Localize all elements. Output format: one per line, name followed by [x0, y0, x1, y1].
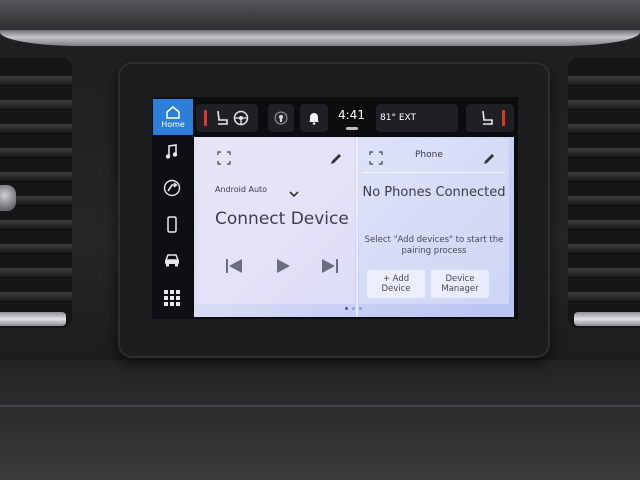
notifications-button[interactable] [300, 104, 328, 132]
music-note-icon [165, 144, 178, 159]
edit-pencil-icon[interactable] [330, 150, 342, 164]
apps-grid-icon [164, 290, 180, 306]
edit-pencil-icon[interactable] [483, 150, 495, 164]
sidebar-item-phone[interactable] [152, 207, 192, 241]
heat-level-indicator [204, 110, 207, 126]
passenger-heated-seat-icon [482, 110, 493, 125]
compass-nav-icon [163, 179, 181, 197]
play-icon[interactable] [275, 258, 291, 278]
passenger-heat-level-indicator [502, 110, 505, 126]
skip-previous-icon[interactable] [225, 258, 243, 278]
expand-icon[interactable] [217, 150, 231, 165]
clock-indicator [346, 127, 358, 130]
sidebar: Home [152, 97, 193, 319]
chrome-accent-strip [0, 30, 640, 46]
home-content: Android Auto Connect Device Phone No Pho… [194, 137, 514, 317]
passenger-seat-controls[interactable] [466, 104, 514, 132]
card-divider [356, 137, 358, 317]
sidebar-item-apps[interactable] [152, 281, 192, 315]
android-auto-card[interactable]: Android Auto Connect Device [197, 138, 355, 304]
page-dot[interactable] [359, 307, 362, 310]
expand-icon[interactable] [369, 150, 383, 165]
left-vent-chrome-trim [0, 312, 66, 326]
connect-device-title: Connect Device [215, 209, 349, 229]
voice-assistant-icon [274, 111, 288, 125]
phone-card-separator [363, 172, 505, 173]
chevron-down-icon[interactable] [289, 183, 299, 202]
pairing-instructions: Select "Add devices" to start the pairin… [364, 235, 504, 256]
phone-status-text: No Phones Connected [362, 185, 506, 200]
outside-temperature: 81° EXT [376, 104, 458, 132]
car-icon [164, 254, 180, 267]
sidebar-item-home[interactable]: Home [153, 99, 193, 135]
home-icon [166, 105, 180, 119]
sidebar-item-navigation[interactable] [152, 171, 192, 205]
phone-card-title: Phone [415, 150, 443, 160]
source-label: Android Auto [215, 185, 268, 194]
sidebar-item-media[interactable] [152, 135, 192, 169]
phone-icon [167, 215, 177, 233]
heated-seat-icon [217, 110, 228, 125]
skip-next-icon[interactable] [321, 258, 339, 278]
add-device-button[interactable]: + Add Device [367, 270, 425, 298]
sidebar-home-label: Home [161, 119, 185, 129]
infotainment-screen: Home 4:41 81° EXT Android Auto Connect D… [152, 97, 518, 319]
clock-time: 4:41 [338, 108, 365, 122]
bell-icon [309, 113, 319, 125]
right-air-vent[interactable] [568, 58, 640, 328]
sidebar-item-vehicle[interactable] [152, 243, 192, 277]
device-manager-button[interactable]: Device Manager [431, 270, 489, 298]
voice-button[interactable] [268, 104, 294, 132]
page-dot-active[interactable] [345, 307, 348, 310]
lower-dash-panel [0, 360, 640, 480]
lower-dash-crease [0, 405, 640, 407]
status-bar: 4:41 81° EXT [196, 104, 514, 136]
right-vent-chrome-trim [574, 312, 640, 326]
vent-knob[interactable] [0, 185, 16, 211]
driver-seat-controls[interactable] [196, 104, 258, 132]
page-indicator[interactable] [345, 307, 362, 310]
phone-card[interactable]: Phone No Phones Connected Select "Add de… [359, 138, 509, 304]
page-dot[interactable] [352, 307, 355, 310]
heated-steering-wheel-icon [233, 110, 249, 126]
